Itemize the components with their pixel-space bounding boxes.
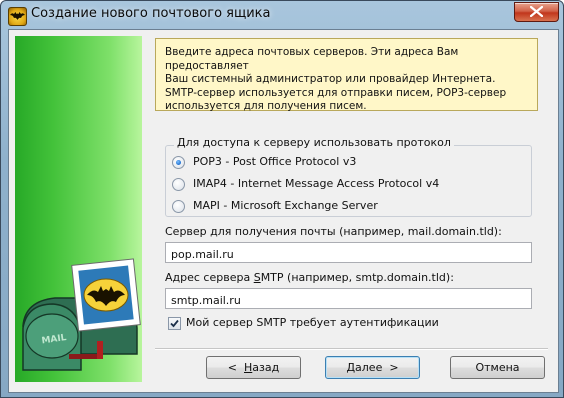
info-line: используется для получения писем. [165,100,367,112]
smtp-label-text: MTP (например, smtp.domain.tld): [260,271,454,284]
back-arrow: < [227,361,237,374]
incoming-server-label: Сервер для получения почты (например, ma… [165,225,502,238]
button-separator [155,348,548,350]
dialog-client: MAIL Введите адреса почтовых серверов. Э… [8,29,559,393]
radio-label[interactable]: MAPI - Microsoft Exchange Server [193,199,378,212]
info-line: Ваш системный администратор или провайде… [165,73,496,85]
dialog-window: Создание нового почтового ящика MAIL Вве… [0,0,564,398]
protocol-group-caption: Для доступа к серверу использовать прото… [174,136,454,149]
radio-button[interactable] [172,156,185,169]
title-bar[interactable]: Создание нового почтового ящика [1,1,563,29]
checkmark-icon [170,319,179,328]
smtp-label-text: Адрес сервера [165,271,254,284]
radio-label[interactable]: POP3 - Post Office Protocol v3 [193,155,356,168]
radio-label[interactable]: IMAP4 - Internet Message Access Protocol… [193,177,439,190]
info-line: Введите адреса почтовых серверов. Эти ад… [165,46,459,72]
close-icon [530,6,543,17]
cancel-button[interactable]: Отмена [450,356,545,379]
wizard-banner: MAIL [15,36,142,382]
back-button[interactable]: < Назад [206,356,301,379]
info-line: SMTP-сервер используется для отправки пи… [165,86,507,99]
next-button[interactable]: Далее > [325,356,420,379]
smtp-label-mnemonic: S [253,271,261,284]
smtp-auth-label[interactable]: Мой сервер SMTP требует аутентификации [186,316,439,329]
info-message: Введите адреса почтовых серверов. Эти ад… [155,38,538,112]
bat-logo-icon[interactable] [8,7,27,26]
back-label: азад [252,361,280,374]
next-label: алее [355,361,383,374]
smtp-auth-checkbox[interactable] [168,317,181,330]
window-title: Создание нового почтового ящика [31,6,271,21]
smtp-server-input[interactable] [165,288,532,309]
next-mnemonic: Д [346,361,356,374]
smtp-server-label: Адрес сервера SMTP (например, smtp.domai… [165,271,454,284]
incoming-server-input[interactable] [165,242,532,263]
radio-button[interactable] [172,200,185,213]
next-arrow: > [389,361,399,374]
radio-button[interactable] [172,178,185,191]
close-button[interactable] [514,2,559,22]
